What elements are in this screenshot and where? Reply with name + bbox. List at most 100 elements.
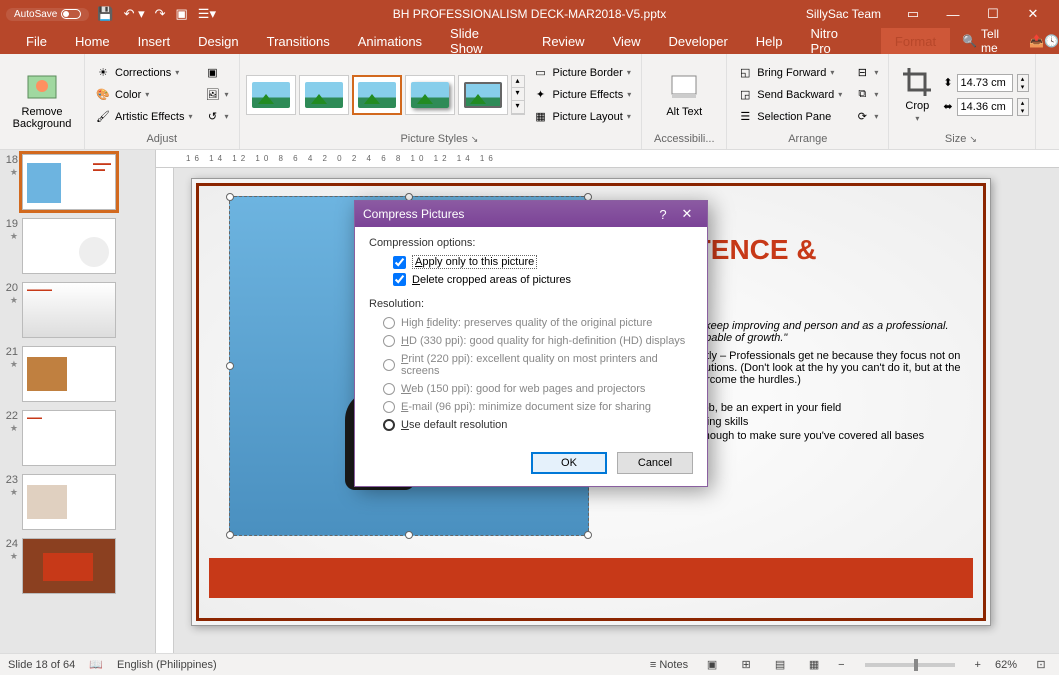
redo-icon[interactable]: ↷: [155, 6, 166, 22]
selection-icon: ☰: [737, 109, 753, 125]
tab-animations[interactable]: Animations: [344, 28, 436, 54]
undo-icon[interactable]: ↶ ▾: [124, 6, 145, 22]
group-label-adjust: Adjust: [91, 133, 233, 147]
dialog-titlebar[interactable]: Compress Pictures ? ✕: [355, 201, 707, 227]
apply-only-checkbox-row: Apply only to this picture: [369, 253, 693, 271]
horizontal-ruler: 16 14 12 10 8 6 4 2 0 2 4 6 8 10 12 14 1…: [156, 150, 1059, 168]
slideshow-view-icon[interactable]: ▦: [804, 658, 824, 671]
height-input[interactable]: [957, 74, 1013, 92]
style-item[interactable]: [299, 75, 349, 115]
picture-effects-button[interactable]: ✦Picture Effects▾: [529, 86, 636, 104]
height-spinner[interactable]: ▴▾: [1017, 74, 1029, 92]
slideshow-icon[interactable]: ▣: [176, 6, 188, 22]
list-icon[interactable]: ☰▾: [198, 6, 216, 22]
delete-cropped-label[interactable]: Delete cropped areas of pictures: [412, 274, 571, 286]
reading-view-icon[interactable]: ▤: [770, 658, 790, 671]
zoom-out-button[interactable]: −: [838, 659, 844, 671]
style-item[interactable]: [405, 75, 455, 115]
tab-home[interactable]: Home: [61, 28, 124, 54]
thumbnail-21[interactable]: [22, 346, 116, 402]
apply-only-checkbox[interactable]: [393, 256, 406, 269]
apply-only-label[interactable]: Apply only to this picture: [412, 255, 537, 269]
slide-counter[interactable]: Slide 18 of 64: [8, 659, 75, 671]
user-name[interactable]: SillySac Team: [806, 7, 881, 21]
thumbnail-18[interactable]: ▬▬▬▬▬: [22, 154, 116, 210]
tab-developer[interactable]: Developer: [655, 28, 742, 54]
group-button[interactable]: ⧉▾: [850, 86, 882, 104]
artistic-effects-button[interactable]: 🖌Artistic Effects▾: [91, 108, 197, 126]
minimize-icon[interactable]: —: [933, 7, 973, 22]
tab-slideshow[interactable]: Slide Show: [436, 28, 528, 54]
picture-border-button[interactable]: ▭Picture Border▾: [529, 64, 636, 82]
dialog-help-button[interactable]: ?: [651, 207, 675, 222]
reset-picture-button[interactable]: ↺▾: [201, 108, 233, 126]
group-label-accessibility: Accessibili...: [648, 133, 720, 147]
vertical-ruler: [156, 168, 174, 653]
tab-format[interactable]: Format: [881, 28, 950, 54]
height-input-row: ⬍ ▴▾: [943, 74, 1028, 92]
picture-layout-button[interactable]: ▦Picture Layout▾: [529, 108, 636, 126]
history-icon[interactable]: 🕓: [1044, 34, 1059, 48]
change-picture-button[interactable]: 🖼▾: [201, 86, 233, 104]
zoom-in-button[interactable]: +: [975, 659, 981, 671]
tell-me-search[interactable]: 🔍Tell me: [950, 27, 1029, 55]
maximize-icon[interactable]: ☐: [973, 6, 1013, 22]
autosave-toggle[interactable]: AutoSave: [6, 8, 89, 21]
palette-icon: 🎨: [95, 87, 111, 103]
tab-design[interactable]: Design: [184, 28, 252, 54]
slide-thumbnails-panel[interactable]: 18★▬▬▬▬▬ 19★ 20★▬▬▬▬▬ 21★ 22★▬▬▬ 23★ 24★: [0, 150, 156, 653]
compress-pictures-button[interactable]: ▣: [201, 64, 233, 82]
close-icon[interactable]: ✕: [1013, 6, 1053, 22]
tab-review[interactable]: Review: [528, 28, 599, 54]
align-button[interactable]: ⊟▾: [850, 64, 882, 82]
language-status[interactable]: English (Philippines): [117, 659, 217, 671]
dialog-launcher-icon[interactable]: ↘: [969, 134, 979, 144]
cancel-button[interactable]: Cancel: [617, 452, 693, 474]
alt-text-button[interactable]: Alt Text: [648, 72, 720, 118]
thumbnail-19[interactable]: [22, 218, 116, 274]
tab-view[interactable]: View: [599, 28, 655, 54]
thumbnail-24[interactable]: [22, 538, 116, 594]
notes-button[interactable]: ≡ Notes: [650, 659, 688, 671]
send-backward-button[interactable]: ◲Send Backward▾: [733, 86, 846, 104]
tab-insert[interactable]: Insert: [124, 28, 185, 54]
save-icon[interactable]: 💾: [97, 6, 113, 22]
radio-high-fidelity: High fidelity: preserves quality of the …: [383, 314, 693, 332]
tab-help[interactable]: Help: [742, 28, 797, 54]
style-item[interactable]: [352, 75, 402, 115]
zoom-level[interactable]: 62%: [995, 659, 1017, 671]
compression-options-label: Compression options:: [369, 237, 693, 249]
thumbnail-20[interactable]: ▬▬▬▬▬: [22, 282, 116, 338]
spellcheck-icon[interactable]: 📖: [89, 658, 103, 671]
tab-transitions[interactable]: Transitions: [253, 28, 344, 54]
gallery-scroll[interactable]: ▴▾▾: [511, 75, 525, 115]
sorter-view-icon[interactable]: ⊞: [736, 658, 756, 671]
share-icon[interactable]: 📤: [1029, 34, 1044, 48]
color-button[interactable]: 🎨Color▾: [91, 86, 197, 104]
ok-button[interactable]: OK: [531, 452, 607, 474]
fit-to-window-icon[interactable]: ⊡: [1031, 658, 1051, 671]
selection-pane-button[interactable]: ☰Selection Pane: [733, 108, 846, 126]
corrections-button[interactable]: ☀Corrections▾: [91, 64, 197, 82]
style-item[interactable]: [246, 75, 296, 115]
picture-styles-gallery[interactable]: ▴▾▾: [246, 75, 525, 115]
dialog-launcher-icon[interactable]: ↘: [471, 134, 481, 144]
tab-file[interactable]: File: [12, 28, 61, 54]
normal-view-icon[interactable]: ▣: [702, 658, 722, 671]
dialog-close-button[interactable]: ✕: [675, 206, 699, 222]
delete-cropped-checkbox[interactable]: [393, 273, 406, 286]
ribbon-options-icon[interactable]: ▭: [893, 6, 933, 22]
width-spinner[interactable]: ▴▾: [1017, 98, 1029, 116]
crop-button[interactable]: Crop▾: [895, 66, 939, 123]
tab-nitropro[interactable]: Nitro Pro: [797, 28, 875, 54]
thumbnail-23[interactable]: [22, 474, 116, 530]
radio-default[interactable]: Use default resolution: [383, 416, 693, 434]
zoom-slider[interactable]: [865, 663, 955, 667]
style-item[interactable]: [458, 75, 508, 115]
rotate-button[interactable]: ⟳▾: [850, 108, 882, 126]
width-input[interactable]: [957, 98, 1013, 116]
remove-background-button[interactable]: Remove Background: [6, 72, 78, 130]
thumbnail-22[interactable]: ▬▬▬: [22, 410, 116, 466]
bring-forward-button[interactable]: ◱Bring Forward▾: [733, 64, 846, 82]
layout-icon: ▦: [533, 109, 549, 125]
